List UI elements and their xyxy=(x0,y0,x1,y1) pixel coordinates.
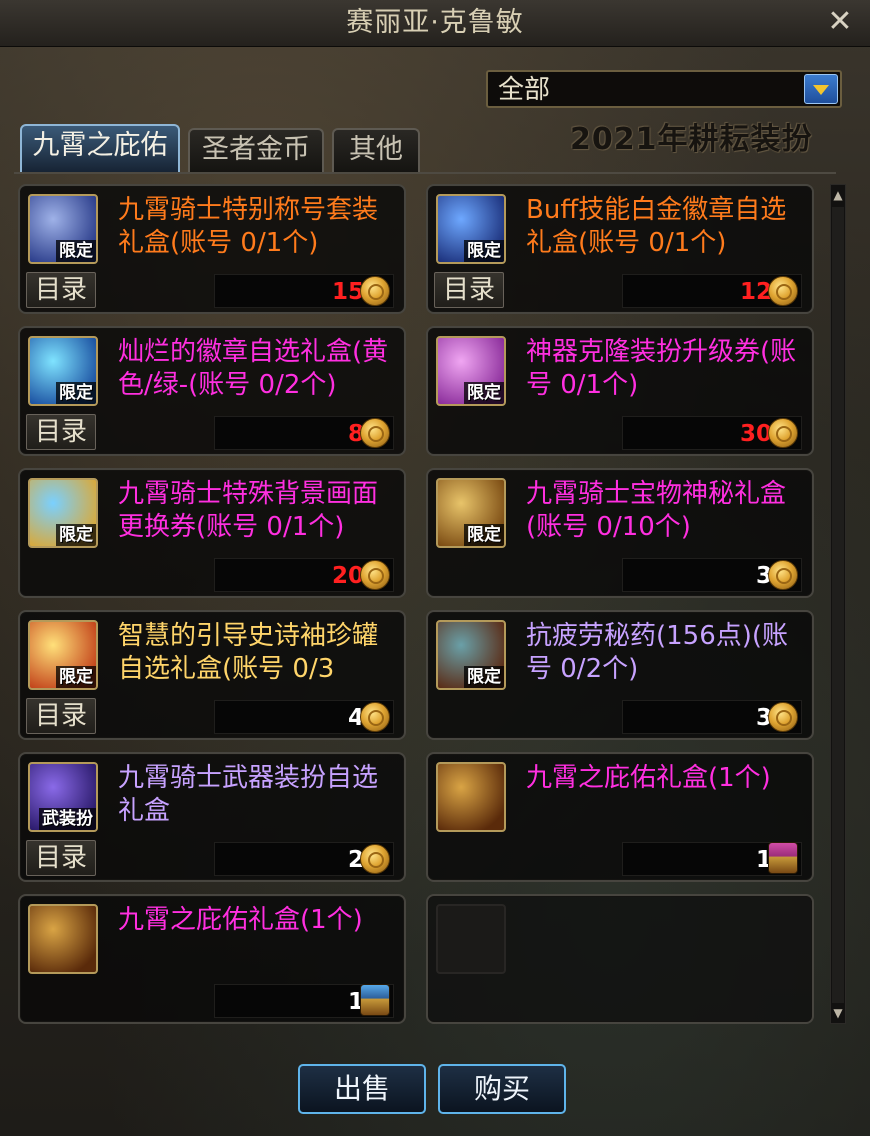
gold-coin-icon xyxy=(768,418,798,448)
item-icon: 限定 xyxy=(28,194,98,264)
gift-chest-icon xyxy=(768,842,798,874)
item-badge: 限定 xyxy=(464,382,504,404)
item-name: 九霄骑士武器装扮自选礼盒 xyxy=(118,763,379,826)
catalog-button[interactable]: 目录 xyxy=(434,272,504,308)
item-badge: 限定 xyxy=(56,382,96,404)
item-name: 抗疲劳秘药(156点)(账号 0/2个) xyxy=(526,621,789,684)
item-icon: 限定 xyxy=(436,194,506,264)
item-name: 九霄骑士特殊背景画面更换券(账号 0/1个) xyxy=(118,479,379,542)
tab-jiuxiao[interactable]: 九霄之庇佑 xyxy=(20,124,180,174)
shop-item-card[interactable]: 限定 神器克隆装扮升级券(账号 0/1个) 30 xyxy=(426,326,814,456)
item-icon xyxy=(28,904,98,974)
gold-coin-icon xyxy=(768,702,798,732)
gold-coin-icon xyxy=(360,418,390,448)
gold-coin-icon xyxy=(360,276,390,306)
item-icon: 限定 xyxy=(436,620,506,690)
shop-item-card[interactable]: 九霄之庇佑礼盒(1个) 1 xyxy=(426,752,814,882)
close-icon[interactable]: ✕ xyxy=(824,6,856,38)
gold-coin-icon xyxy=(360,844,390,874)
item-icon: 限定 xyxy=(28,620,98,690)
filter-selected-value: 全部 xyxy=(498,75,551,105)
item-name: 九霄之庇佑礼盒(1个) xyxy=(118,905,363,935)
catalog-button[interactable]: 目录 xyxy=(26,272,96,308)
gold-coin-icon xyxy=(360,702,390,732)
blue-gift-chest-icon xyxy=(360,984,390,1016)
tab-divider xyxy=(14,172,836,174)
item-name: 九霄骑士宝物神秘礼盒(账号 0/10个) xyxy=(526,479,787,542)
catalog-button[interactable]: 目录 xyxy=(26,698,96,734)
title-bar[interactable]: 赛丽亚·克鲁敏 ✕ xyxy=(0,0,870,47)
item-name: Buff技能白金徽章自选礼盒(账号 0/1个) xyxy=(526,195,787,258)
item-badge: 限定 xyxy=(56,524,96,546)
catalog-button[interactable]: 目录 xyxy=(26,840,96,876)
item-icon: 武装扮 xyxy=(28,762,98,832)
shop-item-card[interactable]: 限定 九霄骑士特殊背景画面更换券(账号 0/1个) 20 xyxy=(18,468,406,598)
scroll-up-icon[interactable]: ▲ xyxy=(830,185,846,205)
tab-label: 圣者金币 xyxy=(202,134,310,165)
shop-item-card[interactable]: 限定 灿烂的徽章自选礼盒(黄色/绿-(账号 0/2个) 目录 8 xyxy=(18,326,406,456)
shop-item-card[interactable]: 限定 Buff技能白金徽章自选礼盒(账号 0/1个) 目录 12 xyxy=(426,184,814,314)
item-badge: 限定 xyxy=(56,666,96,688)
item-badge: 武装扮 xyxy=(39,808,96,830)
sell-button[interactable]: 出售 xyxy=(298,1064,426,1114)
event-banner-text: 2021年耕耘装扮 xyxy=(570,122,813,157)
item-name: 九霄骑士特别称号套装礼盒(账号 0/1个) xyxy=(118,195,379,258)
scroll-down-icon[interactable]: ▼ xyxy=(830,1003,846,1023)
gold-coin-icon xyxy=(768,276,798,306)
item-name: 智慧的引导史诗袖珍罐自选礼盒(账号 0/3 xyxy=(118,621,379,684)
catalog-button[interactable]: 目录 xyxy=(26,414,96,450)
shop-item-card[interactable]: 限定 智慧的引导史诗袖珍罐自选礼盒(账号 0/3 目录 4 xyxy=(18,610,406,740)
item-badge: 限定 xyxy=(464,524,504,546)
item-name: 神器克隆装扮升级券(账号 0/1个) xyxy=(526,337,797,400)
item-icon: 限定 xyxy=(436,478,506,548)
item-icon: 限定 xyxy=(28,336,98,406)
tab-other[interactable]: 其他 xyxy=(332,128,420,172)
tab-label: 其他 xyxy=(349,134,403,165)
item-icon: 限定 xyxy=(436,336,506,406)
item-badge: 限定 xyxy=(56,240,96,262)
dropdown-arrow-icon[interactable] xyxy=(804,74,838,104)
shop-window: 赛丽亚·克鲁敏 ✕ 全部 2021年耕耘装扮 九霄之庇佑 圣者金币 其他 限定九… xyxy=(0,0,870,1136)
scrollbar-thumb[interactable] xyxy=(832,207,844,1003)
shop-item-card[interactable]: 武装扮 九霄骑士武器装扮自选礼盒 目录 2 xyxy=(18,752,406,882)
item-icon xyxy=(436,762,506,832)
shop-item-card[interactable]: 限定 九霄骑士特别称号套装礼盒(账号 0/1个) 目录 15 xyxy=(18,184,406,314)
shop-item-card[interactable]: 限定 抗疲劳秘药(156点)(账号 0/2个) 3 xyxy=(426,610,814,740)
window-title: 赛丽亚·克鲁敏 xyxy=(346,7,524,38)
gold-coin-icon xyxy=(360,560,390,590)
shop-item-card[interactable]: 限定 九霄骑士宝物神秘礼盒(账号 0/10个) 3 xyxy=(426,468,814,598)
category-filter-dropdown[interactable]: 全部 xyxy=(486,70,842,108)
tab-label: 九霄之庇佑 xyxy=(32,130,168,161)
buy-button[interactable]: 购买 xyxy=(438,1064,566,1114)
empty-item-slot[interactable] xyxy=(426,894,814,1024)
shop-item-card[interactable]: 九霄之庇佑礼盒(1个) 1 xyxy=(18,894,406,1024)
scrollbar[interactable]: ▲ ▼ xyxy=(830,184,846,1024)
item-name: 九霄之庇佑礼盒(1个) xyxy=(526,763,771,793)
item-name: 灿烂的徽章自选礼盒(黄色/绿-(账号 0/2个) xyxy=(118,337,389,400)
item-badge: 限定 xyxy=(464,666,504,688)
gold-coin-icon xyxy=(768,560,798,590)
tab-holy-coin[interactable]: 圣者金币 xyxy=(188,128,324,172)
empty-slot-icon xyxy=(436,904,506,974)
item-badge: 限定 xyxy=(464,240,504,262)
item-icon: 限定 xyxy=(28,478,98,548)
